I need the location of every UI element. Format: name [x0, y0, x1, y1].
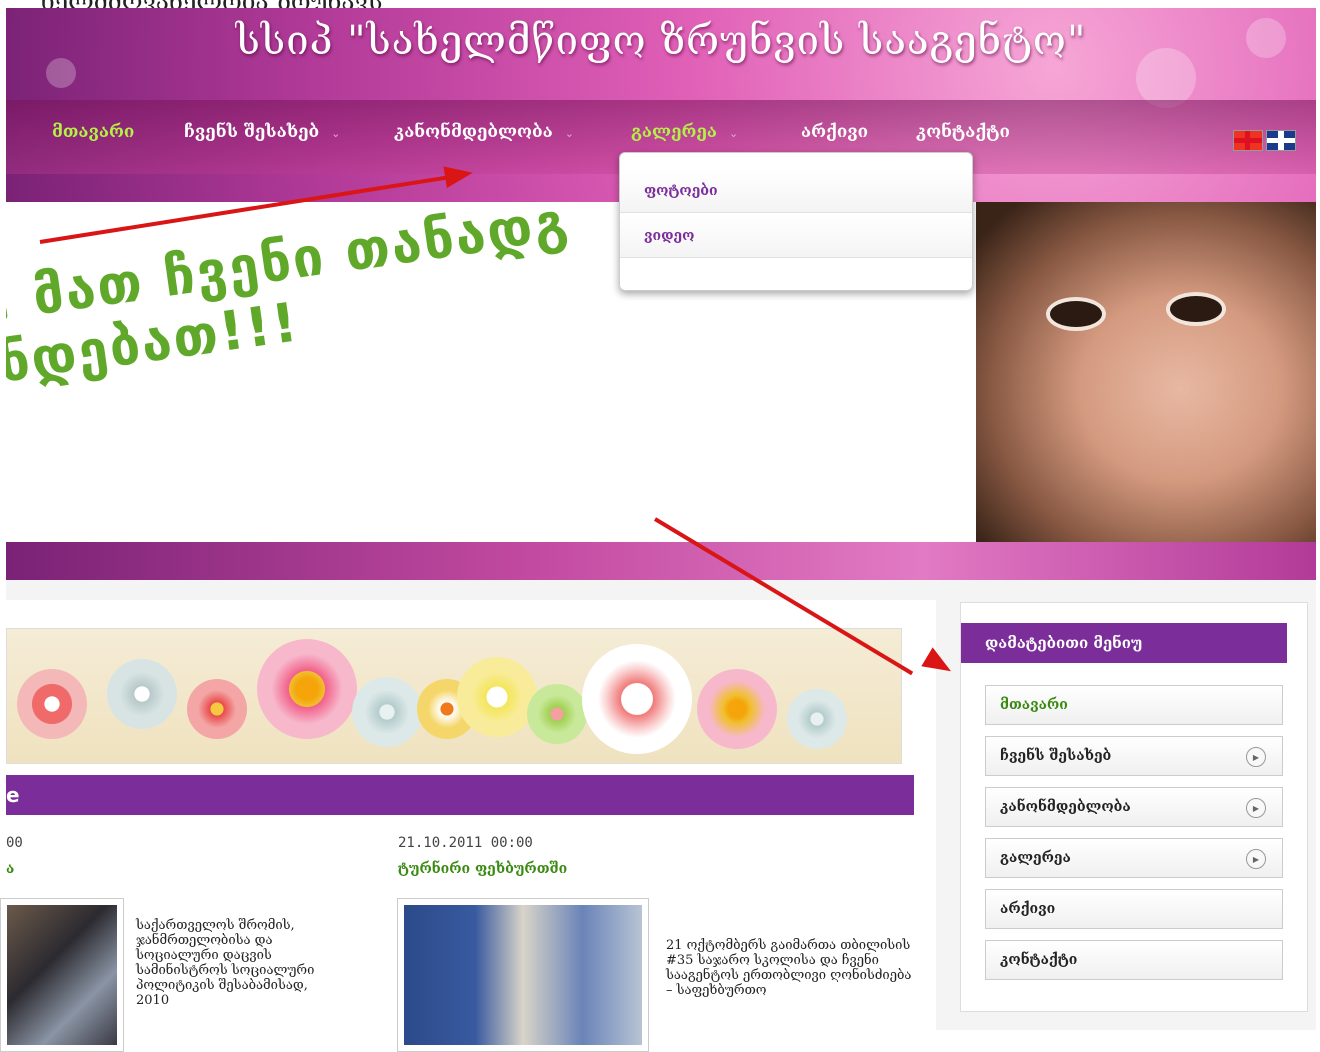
flower-decor	[697, 669, 777, 749]
news-image	[404, 905, 642, 1045]
gallery-dropdown-menu: ფოტოები ვიდეო	[619, 152, 973, 291]
photo-detail	[1166, 292, 1226, 326]
sidebar-item-gallery[interactable]: გალერეა ▶	[985, 838, 1283, 878]
content-column: e 00 ა საქართველოს შრომის, ჯანმრთელობისა…	[0, 600, 936, 1052]
news-date: 00	[6, 835, 23, 851]
nav-item-legislation[interactable]: კანონმდებლობა ⌄	[394, 122, 574, 142]
section-title-bar: e	[6, 775, 914, 815]
sidebar-item-home[interactable]: მთავარი	[985, 685, 1283, 725]
flower-decor	[457, 657, 537, 737]
dropdown-item-photos[interactable]: ფოტოები	[620, 169, 972, 213]
chevron-down-icon: ⌄	[729, 127, 739, 140]
chevron-down-icon: ⌄	[564, 127, 574, 140]
flower-decor	[107, 659, 177, 729]
sidebar-item-label: არქივი	[1000, 901, 1056, 917]
nav-label: გალერეა	[631, 122, 717, 142]
flower-decor	[527, 684, 587, 744]
hero-photo	[976, 202, 1316, 542]
sidebar-item-label: გალერეა	[1000, 850, 1071, 866]
news-excerpt: საქართველოს შრომის, ჯანმრთელობისა და სოც…	[136, 918, 315, 1008]
news-date: 21.10.2011 00:00	[398, 835, 533, 851]
annotation-arrow-head	[443, 161, 475, 189]
flower-decor	[17, 669, 87, 739]
news-thumbnail[interactable]	[0, 898, 124, 1052]
main-area: e 00 ა საქართველოს შრომის, ჯანმრთელობისა…	[0, 580, 1316, 1052]
top-strip: ხელმძღვანელობა ზრუნავს	[0, 0, 1320, 16]
photo-detail	[1046, 297, 1106, 331]
decorative-band	[6, 542, 1316, 580]
flower-banner	[6, 628, 902, 764]
news-item: 00 ა	[6, 835, 23, 877]
play-arrow-icon: ▶	[1246, 798, 1266, 818]
flower-decor	[582, 644, 692, 754]
news-item: 21.10.2011 00:00 ტურნირი ფეხბურთში	[398, 835, 567, 877]
play-arrow-icon: ▶	[1246, 747, 1266, 767]
sidebar-item-legislation[interactable]: კანონმდებლობა ▶	[985, 787, 1283, 827]
news-excerpt: 21 ოქტომბერს გაიმართა თბილისის #35 საჯარ…	[666, 938, 912, 998]
flower-decor	[257, 639, 357, 739]
flower-decor	[187, 679, 247, 739]
sidebar: დამატებითი მენიუ მთავარი ჩვენს შესახებ ▶ …	[960, 602, 1308, 1012]
sidebar-item-archive[interactable]: არქივი	[985, 889, 1283, 929]
nav-item-archive[interactable]: არქივი	[801, 122, 868, 142]
sidebar-item-label: კანონმდებლობა	[1000, 799, 1131, 815]
sidebar-item-label: ჩვენს შესახებ	[1000, 748, 1112, 764]
nav-item-home[interactable]: მთავარი	[52, 122, 134, 142]
sidebar-item-about[interactable]: ჩვენს შესახებ ▶	[985, 736, 1283, 776]
uk-flag-icon[interactable]	[1266, 130, 1296, 151]
play-arrow-icon: ▶	[1246, 849, 1266, 869]
georgia-flag-icon[interactable]	[1233, 130, 1263, 151]
nav-item-about[interactable]: ჩვენს შესახებ ⌄	[184, 122, 340, 142]
nav-label: კონტაქტი	[916, 122, 1010, 142]
dropdown-item-video[interactable]: ვიდეო	[620, 214, 972, 258]
nav-label: მთავარი	[52, 122, 135, 142]
flower-decor	[352, 677, 422, 747]
nav-label: ჩვენს შესახებ	[184, 122, 320, 142]
news-title[interactable]: ტურნირი ფეხბურთში	[398, 861, 567, 877]
sidebar-item-label: კონტაქტი	[1000, 952, 1078, 968]
news-image	[7, 905, 117, 1045]
nav-label: არქივი	[801, 122, 869, 142]
nav-item-gallery[interactable]: გალერეა ⌄	[631, 122, 738, 142]
flower-decor	[787, 689, 847, 749]
nav-label: კანონმდებლობა	[394, 122, 553, 142]
sidebar-item-label: მთავარი	[1000, 697, 1068, 713]
language-switcher	[1233, 130, 1296, 151]
news-thumbnail[interactable]	[397, 898, 649, 1052]
sidebar-item-contact[interactable]: კონტაქტი	[985, 940, 1283, 980]
section-title: e	[6, 783, 20, 807]
chevron-down-icon: ⌄	[331, 127, 341, 140]
nav-item-contact[interactable]: კონტაქტი	[916, 122, 1010, 142]
site-title: სსიპ "სახელმწიფო ზრუნვის სააგენტო"	[235, 18, 1087, 64]
news-title[interactable]: ა	[6, 861, 23, 877]
sidebar-title: დამატებითი მენიუ	[961, 623, 1287, 663]
